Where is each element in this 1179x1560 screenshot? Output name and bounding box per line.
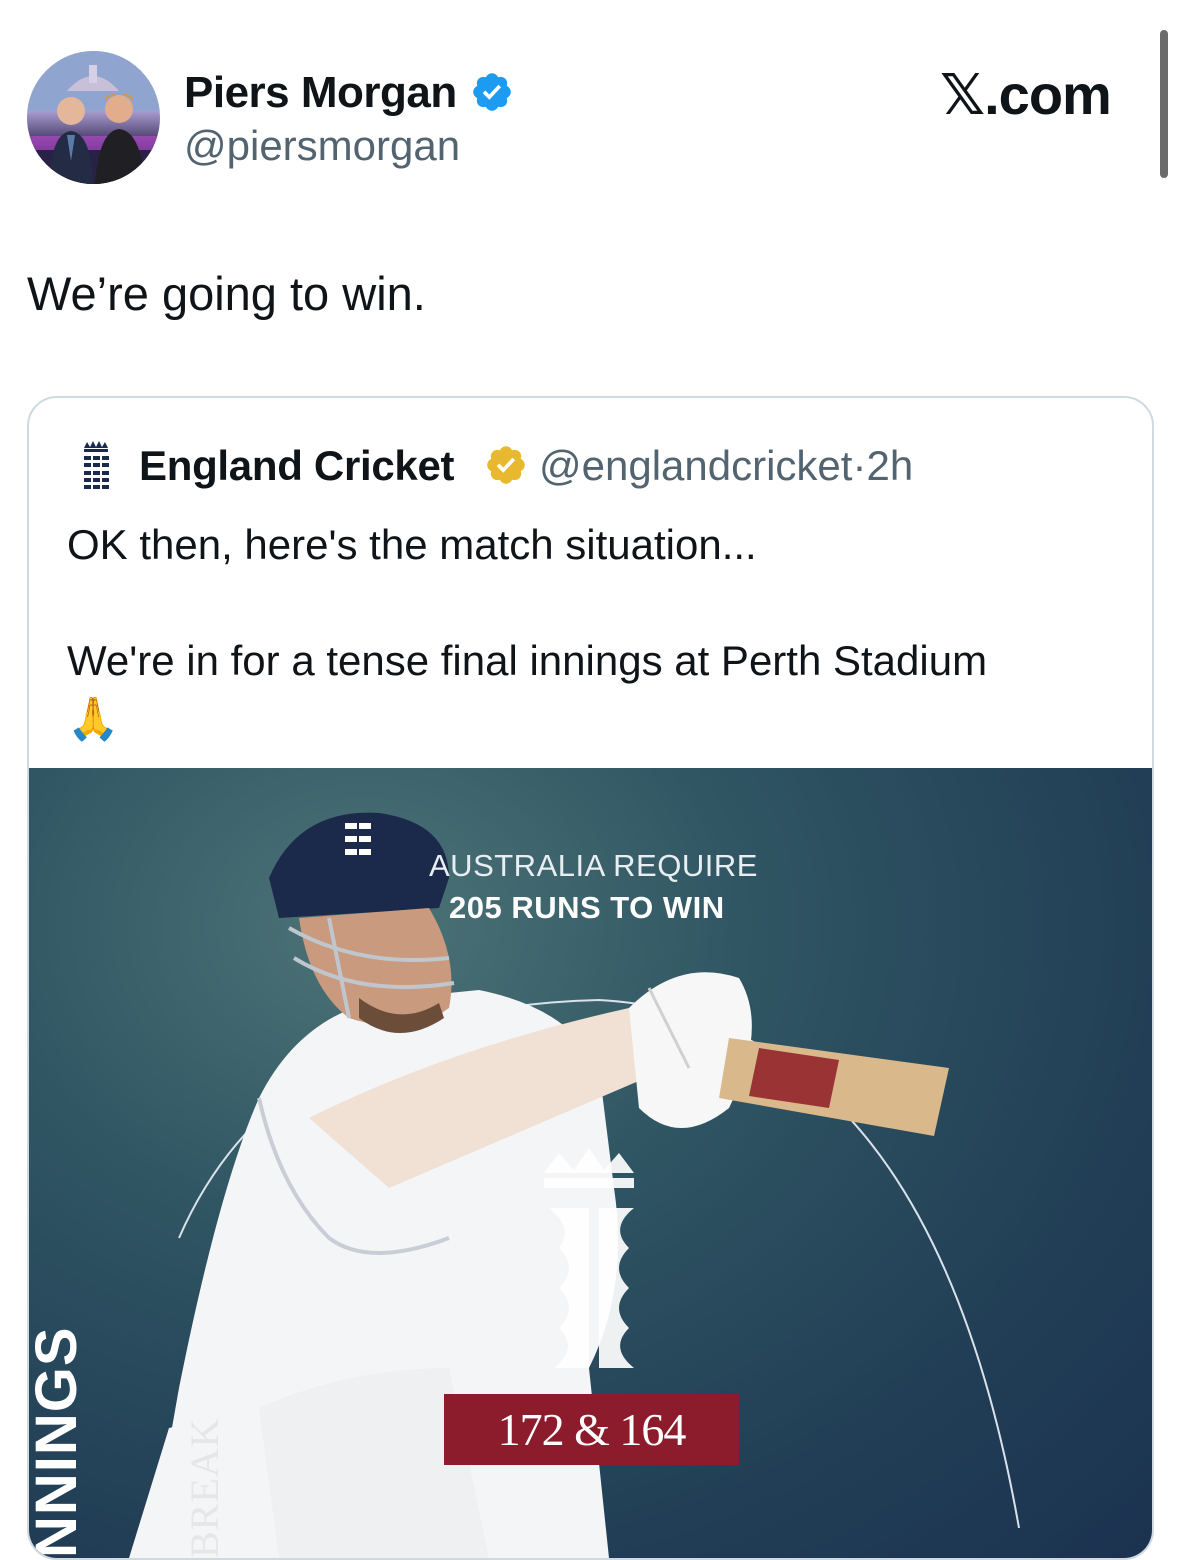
quoted-tweet-text: OK then, here's the match situation... W… — [67, 516, 1127, 748]
gold-verified-badge-icon — [487, 446, 525, 484]
avatar-photo — [27, 51, 160, 184]
author-handle[interactable]: @piersmorgan — [184, 122, 460, 170]
scrollbar[interactable] — [1160, 30, 1168, 178]
quoted-handle-line[interactable]: @englandcricket·2h — [539, 442, 913, 490]
side-label-break: BREAK — [182, 1417, 227, 1558]
england-cricket-logo-icon — [84, 441, 109, 489]
quoted-author-name[interactable]: England Cricket — [139, 442, 455, 490]
headline-line-1: AUSTRALIA REQUIRE — [429, 848, 758, 883]
score-box: 172 & 164 — [444, 1394, 739, 1465]
x-com-logo: 𝕏.com — [940, 63, 1112, 126]
quoted-media-image[interactable]: AUSTRALIA REQUIRE 205 RUNS TO WIN 172 & … — [29, 768, 1152, 1558]
side-label-innings: NNINGS — [29, 1326, 89, 1558]
quoted-text-line-1: OK then, here's the match situation... — [67, 521, 757, 568]
headline-line-2: 205 RUNS TO WIN — [449, 890, 725, 925]
verified-badge-icon — [473, 73, 511, 111]
quoted-timestamp[interactable]: 2h — [866, 442, 913, 489]
tweet-text: We’re going to win. — [27, 267, 426, 320]
avatar[interactable] — [27, 51, 160, 184]
pray-emoji-icon: 🙏 — [67, 695, 120, 742]
quoted-tweet-card[interactable]: England Cricket @englandcricket·2h OK th… — [27, 396, 1154, 1560]
dot-separator: · — [852, 442, 867, 489]
quoted-text-line-2: We're in for a tense final innings at Pe… — [67, 637, 988, 684]
author-name[interactable]: Piers Morgan — [184, 68, 457, 118]
quoted-author-handle[interactable]: @englandcricket — [539, 442, 852, 489]
